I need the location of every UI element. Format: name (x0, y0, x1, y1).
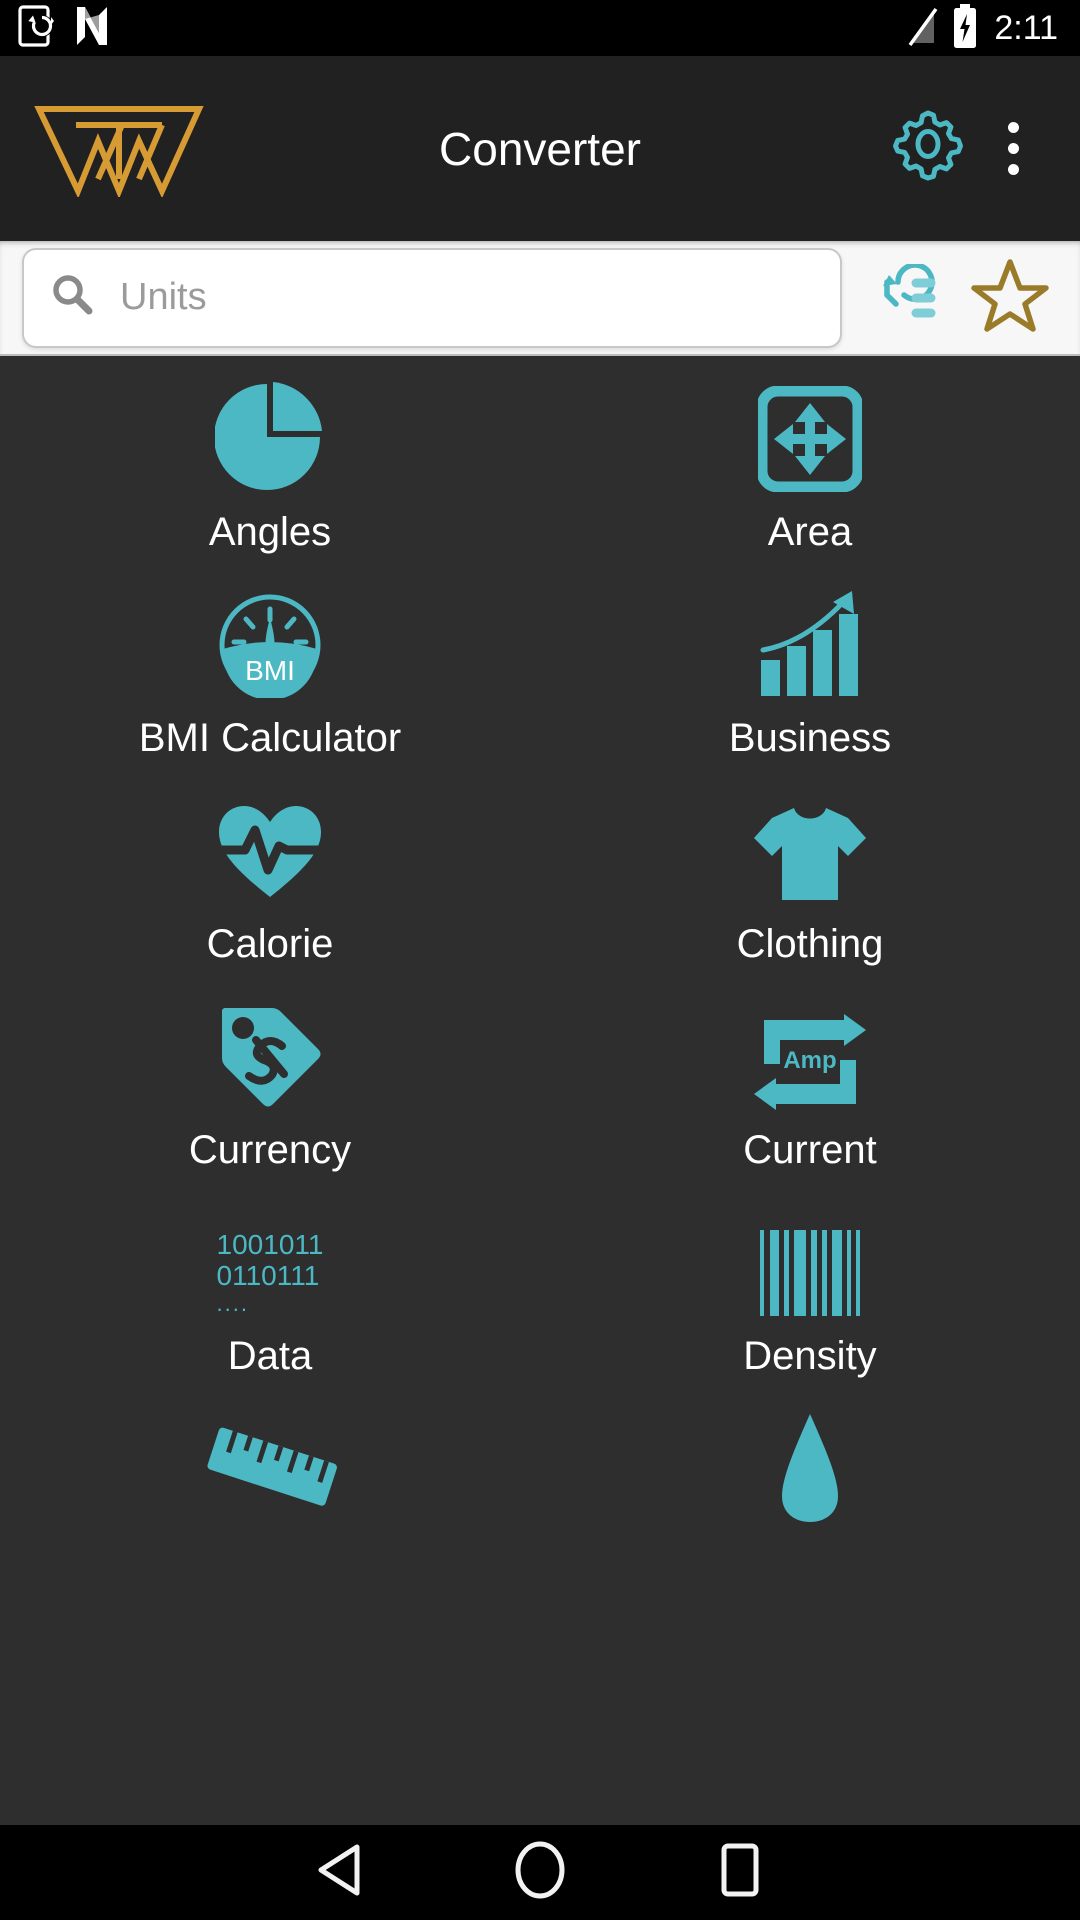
grid-item-area[interactable]: Area (540, 374, 1080, 580)
grid-item-data[interactable]: 1001011 0110111 .... Data (0, 1198, 540, 1404)
amp-exchange-icon: Amp (752, 992, 868, 1110)
binary-data-icon: 1001011 0110111 .... (217, 1198, 324, 1316)
history-button[interactable] (842, 248, 954, 348)
history-icon (860, 262, 936, 331)
grid-item-label: Business (728, 716, 892, 760)
barcode-icon (758, 1198, 862, 1316)
grid-item-label: Current (743, 1128, 877, 1172)
app-bar: Converter (0, 56, 1080, 241)
android-navigation-bar (0, 1825, 1080, 1920)
amp-icon-text: Amp (783, 1047, 836, 1074)
grid-item-volume[interactable] (540, 1404, 1080, 1610)
grid-item-distance[interactable] (0, 1404, 540, 1610)
home-circle-icon (512, 1840, 568, 1905)
gear-icon (892, 110, 964, 187)
grid-item-label: Data (227, 1334, 313, 1378)
recents-button[interactable] (640, 1825, 840, 1920)
star-outline-icon (971, 257, 1049, 338)
overflow-menu-icon (1007, 122, 1019, 133)
binary-line-2: 0110111 (216, 1260, 320, 1292)
overflow-menu-icon (1007, 143, 1019, 154)
price-tag-dollar-icon (216, 992, 324, 1110)
resize-arrows-icon (758, 374, 862, 492)
grid-item-label: Area (767, 510, 853, 554)
signal-off-icon (908, 5, 938, 52)
status-bar: 2:11 (0, 0, 1080, 56)
status-bar-clock: 2:11 (994, 9, 1058, 47)
heart-pulse-icon (213, 786, 327, 904)
search-input-placeholder: Units (120, 276, 207, 318)
ruler-icon (200, 1404, 340, 1522)
overflow-menu-icon (1007, 164, 1019, 175)
bmi-gauge-icon: BMI (218, 580, 322, 698)
tw-logo (34, 101, 204, 199)
recents-square-icon (714, 1842, 766, 1903)
grid-item-calorie[interactable]: Calorie (0, 786, 540, 992)
battery-charging-icon (952, 3, 978, 53)
search-bar: Units (0, 241, 1080, 356)
binary-line-3: .... (216, 1290, 249, 1316)
tshirt-icon (752, 786, 868, 904)
bar-chart-growth-icon (755, 580, 865, 698)
grid-item-label: Angles (208, 510, 332, 554)
grid-item-business[interactable]: Business (540, 580, 1080, 786)
nfc-n-icon (72, 5, 112, 52)
grid-item-bmi-calculator[interactable]: BMI BMI Calculator (0, 580, 540, 786)
overflow-menu-button[interactable] (974, 103, 1052, 195)
grid-item-density[interactable]: Density (540, 1198, 1080, 1404)
home-button[interactable] (440, 1825, 640, 1920)
status-bar-left-icons (18, 4, 128, 52)
grid-item-clothing[interactable]: Clothing (540, 786, 1080, 992)
grid-item-label: Currency (188, 1128, 352, 1172)
grid-item-current[interactable]: Amp Current (540, 992, 1080, 1198)
search-input[interactable]: Units (22, 247, 842, 348)
pie-chart-icon (215, 374, 325, 492)
sync-disabled-icon (18, 4, 56, 52)
app-bar-actions (882, 103, 1052, 195)
grid-item-angles[interactable]: Angles (0, 374, 540, 580)
binary-line-1: 1001011 (216, 1229, 324, 1261)
grid-item-label: Calorie (206, 922, 334, 966)
search-icon (50, 273, 94, 322)
favorites-button[interactable] (954, 248, 1066, 348)
grid-item-label: Density (743, 1334, 877, 1378)
converter-category-grid: Angles Area BMI BMI Calculator Business … (0, 356, 1080, 1825)
bmi-icon-text: BMI (245, 655, 295, 686)
status-bar-right-icons: 2:11 (894, 3, 1058, 53)
back-button[interactable] (240, 1825, 440, 1920)
grid-item-label: Clothing (736, 922, 884, 966)
back-triangle-icon (313, 1842, 367, 1903)
grid-item-label: BMI Calculator (138, 716, 402, 760)
cone-drop-icon (760, 1404, 860, 1522)
grid-item-currency[interactable]: Currency (0, 992, 540, 1198)
settings-button[interactable] (882, 103, 974, 195)
